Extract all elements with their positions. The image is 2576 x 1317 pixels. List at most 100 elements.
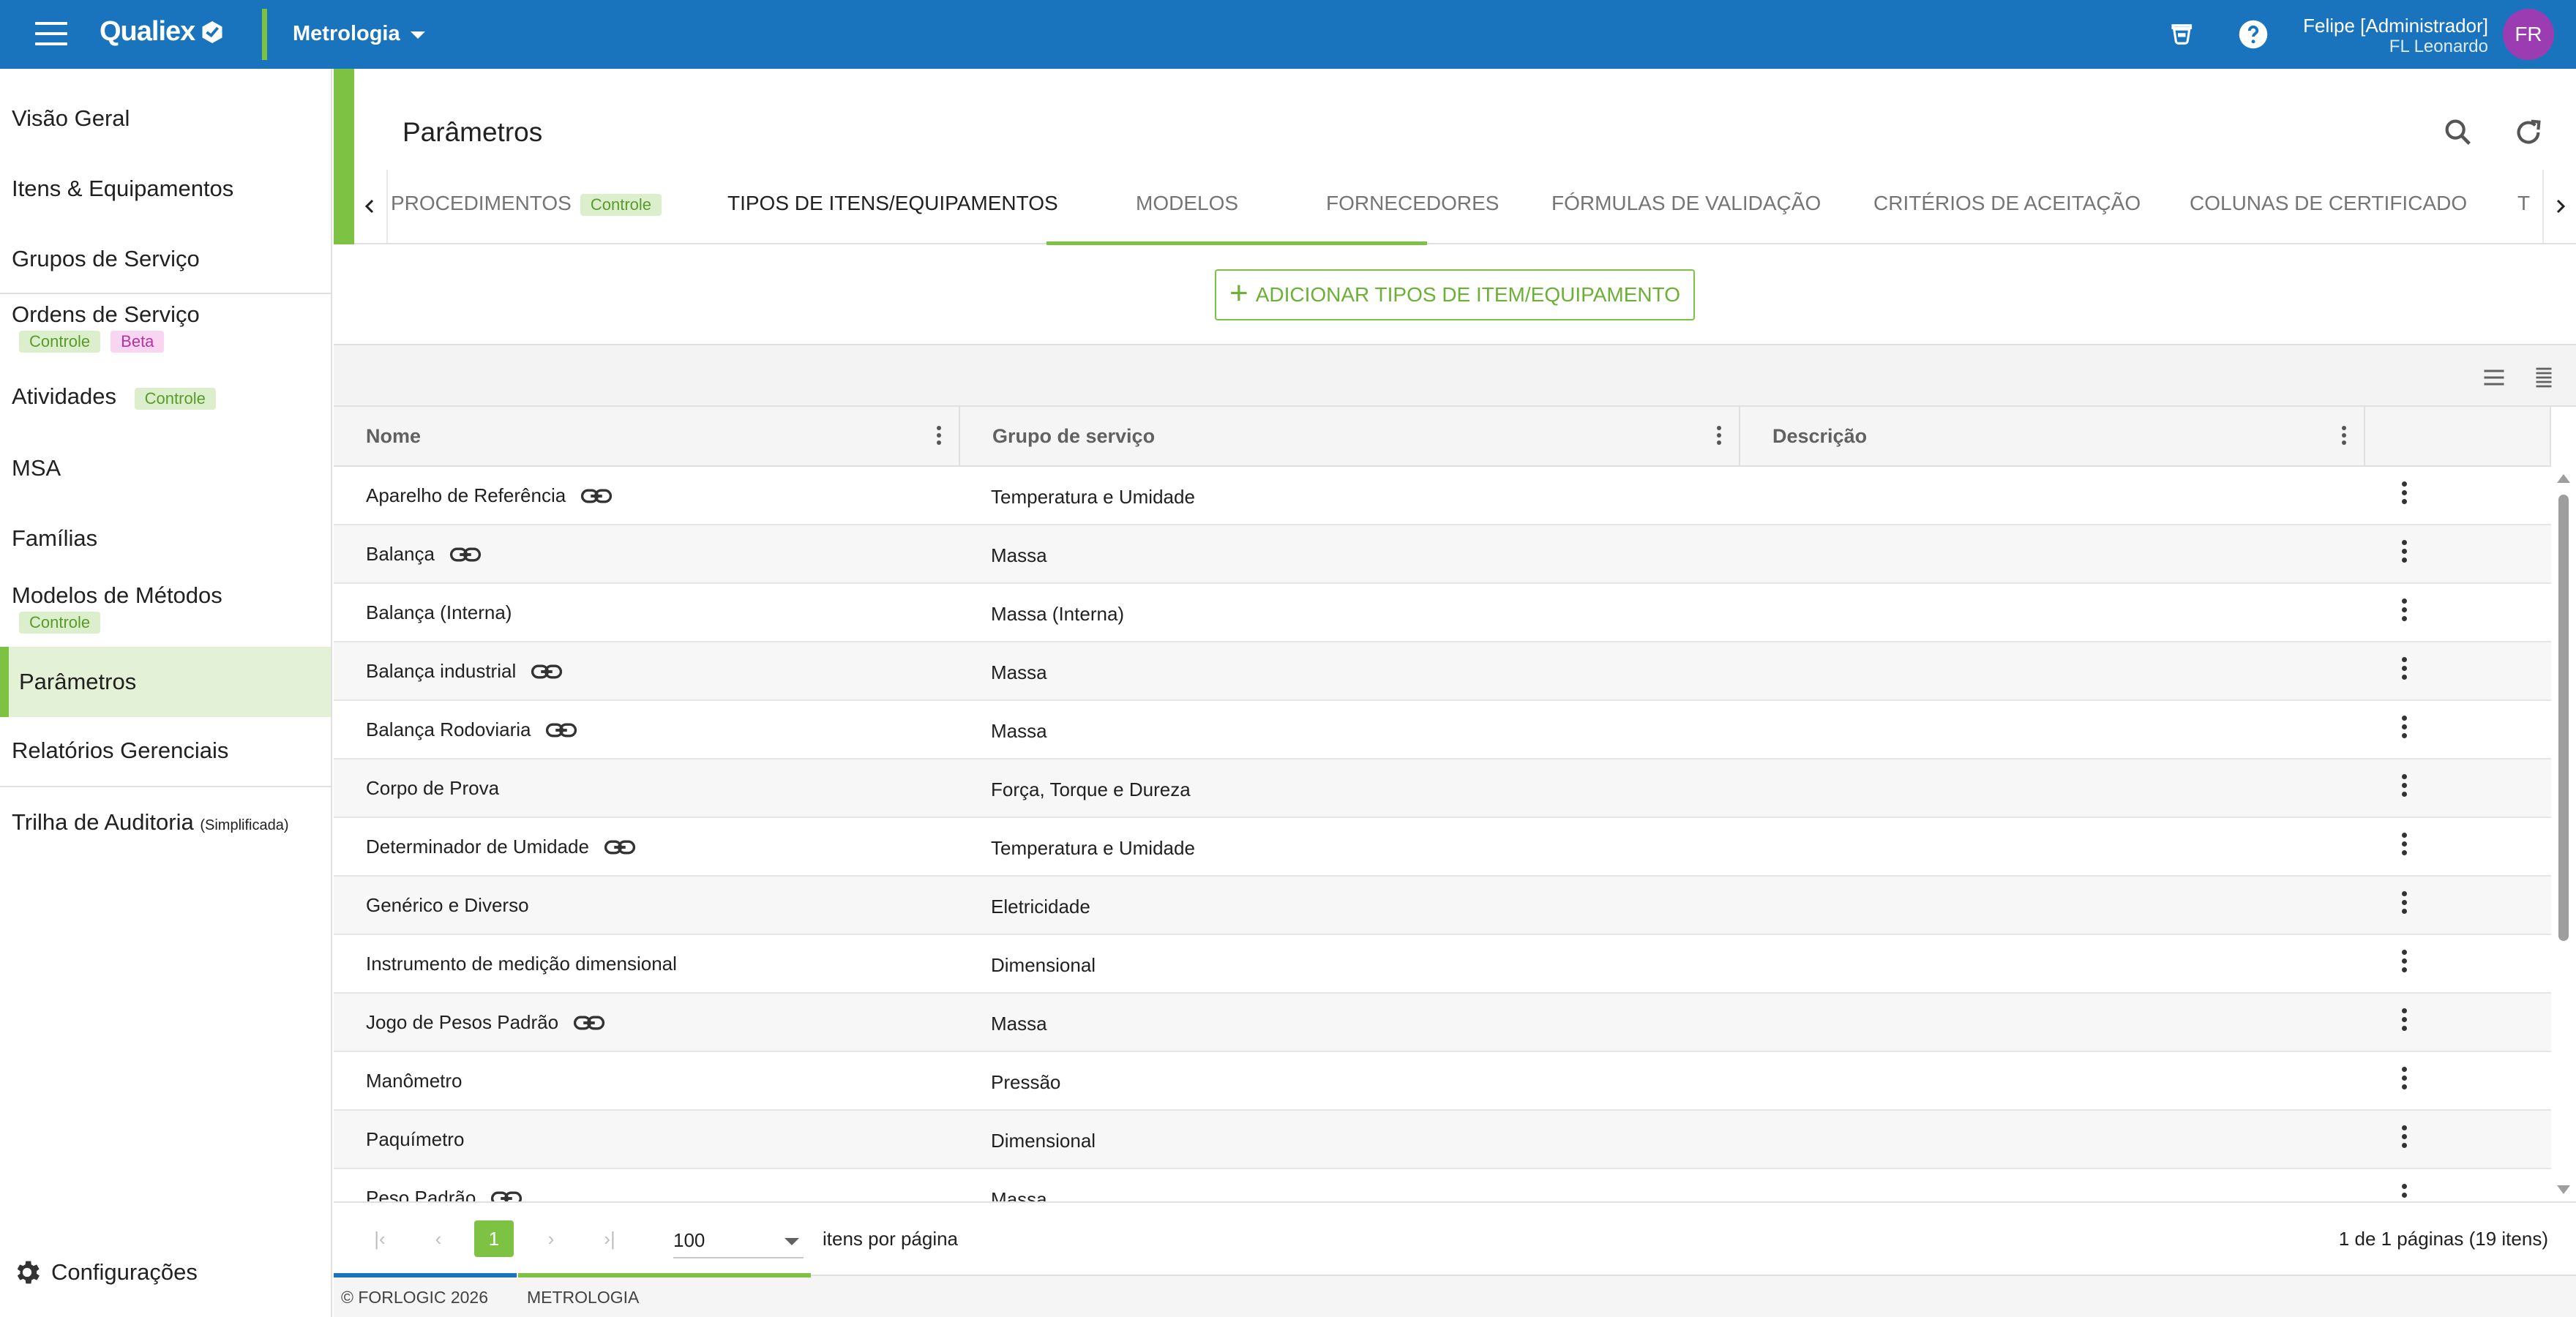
tab-scroll-left[interactable] bbox=[354, 170, 388, 243]
scroll-up-icon[interactable] bbox=[2557, 474, 2570, 483]
column-header-grupo[interactable]: Grupo de serviço bbox=[960, 407, 1740, 465]
table-row[interactable]: Jogo de Pesos Padrão Massa bbox=[334, 994, 2551, 1052]
table-row[interactable]: Balança Massa bbox=[334, 525, 2551, 584]
row-actions-icon[interactable] bbox=[2402, 833, 2408, 859]
scroll-down-icon[interactable] bbox=[2557, 1185, 2570, 1194]
link-icon[interactable] bbox=[604, 838, 636, 857]
table-row[interactable]: Balança Rodoviaria Massa bbox=[334, 701, 2551, 759]
table-row[interactable]: Balança (Interna) Massa (Interna) bbox=[334, 584, 2551, 642]
link-icon[interactable] bbox=[449, 545, 482, 564]
scrollbar-thumb[interactable] bbox=[2558, 495, 2569, 941]
column-menu-icon[interactable] bbox=[2342, 426, 2348, 448]
prev-page-icon[interactable]: ‹ bbox=[427, 1228, 449, 1250]
row-name: Balança Rodoviaria bbox=[366, 718, 531, 740]
sidebar-divider bbox=[0, 293, 331, 294]
vertical-scrollbar[interactable] bbox=[2554, 468, 2575, 1200]
tab-modelos[interactable]: MODELOS bbox=[1136, 192, 1238, 215]
tab-truncated[interactable]: T bbox=[2517, 192, 2530, 215]
row-actions-icon[interactable] bbox=[2402, 599, 2408, 625]
controle-badge: Controle bbox=[134, 388, 216, 410]
current-page-button[interactable]: 1 bbox=[474, 1220, 514, 1257]
add-item-type-button[interactable]: + ADICIONAR TIPOS DE ITEM/EQUIPAMENTO bbox=[1215, 269, 1695, 320]
table-row[interactable]: Genérico e Diverso Eletricidade bbox=[334, 877, 2551, 935]
tab-formulas-validacao[interactable]: FÓRMULAS DE VALIDAÇÃO bbox=[1551, 192, 1821, 215]
table-row[interactable]: Corpo de Prova Força, Torque e Dureza bbox=[334, 759, 2551, 818]
row-name: Instrumento de medição dimensional bbox=[366, 953, 677, 975]
table-row[interactable]: Determinador de Umidade Temperatura e Um… bbox=[334, 818, 2551, 877]
sidebar-item-grupos-servico[interactable]: Grupos de Serviço bbox=[0, 246, 331, 272]
last-page-icon[interactable]: ›| bbox=[599, 1228, 621, 1250]
module-selector[interactable]: Metrologia bbox=[293, 22, 425, 46]
sidebar-item-modelos-metodos[interactable]: Modelos de Métodos Controle bbox=[0, 582, 331, 634]
row-actions-icon[interactable] bbox=[2402, 481, 2408, 508]
sidebar-item-label: Ordens de Serviço bbox=[12, 301, 200, 327]
link-icon[interactable] bbox=[531, 662, 563, 681]
row-group: Massa bbox=[991, 661, 1047, 683]
search-icon[interactable] bbox=[2441, 116, 2475, 149]
link-icon[interactable] bbox=[490, 1189, 523, 1202]
table-row[interactable]: Manômetro Pressão bbox=[334, 1052, 2551, 1111]
row-actions-icon[interactable] bbox=[2402, 716, 2408, 742]
tab-criterios-aceitacao[interactable]: CRITÉRIOS DE ACEITAÇÃO bbox=[1873, 192, 2141, 215]
sidebar-item-ordens-servico[interactable]: Ordens de Serviço Controle Beta bbox=[0, 301, 331, 353]
column-menu-icon[interactable] bbox=[1717, 426, 1723, 448]
sidebar-item-visao-geral[interactable]: Visão Geral bbox=[0, 105, 331, 132]
sidebar-item-atividades[interactable]: Atividades Controle bbox=[0, 383, 331, 410]
brand-logo[interactable]: Qualiex bbox=[100, 16, 225, 48]
coffee-cup-icon[interactable] bbox=[2168, 19, 2198, 50]
row-actions-icon[interactable] bbox=[2402, 657, 2408, 683]
column-header-nome[interactable]: Nome bbox=[334, 407, 960, 465]
sidebar-item-itens-equipamentos[interactable]: Itens & Equipamentos bbox=[0, 176, 331, 202]
tab-scroll-right[interactable] bbox=[2542, 170, 2576, 243]
avatar[interactable]: FR bbox=[2503, 9, 2554, 60]
tab-fornecedores[interactable]: FORNECEDORES bbox=[1326, 192, 1499, 215]
row-group: Temperatura e Umidade bbox=[991, 837, 1195, 859]
link-icon[interactable] bbox=[545, 721, 577, 740]
table-row[interactable]: Instrumento de medição dimensional Dimen… bbox=[334, 935, 2551, 994]
row-actions-icon[interactable] bbox=[2402, 1008, 2408, 1035]
row-name: Balança industrial bbox=[366, 660, 517, 682]
link-icon[interactable] bbox=[580, 487, 613, 506]
next-page-icon[interactable]: › bbox=[540, 1228, 562, 1250]
controle-badge: Controle bbox=[19, 612, 101, 634]
row-actions-icon[interactable] bbox=[2402, 540, 2408, 566]
tab-procedimentos[interactable]: PROCEDIMENTOS Controle bbox=[391, 192, 662, 216]
sidebar-item-relatorios-gerenciais[interactable]: Relatórios Gerenciais bbox=[0, 738, 331, 764]
list-view-icon[interactable] bbox=[2481, 364, 2507, 391]
row-actions-icon[interactable] bbox=[2402, 774, 2408, 800]
tab-colunas-certificado[interactable]: COLUNAS DE CERTIFICADO bbox=[2190, 192, 2467, 215]
tab-tipos-itens[interactable]: TIPOS DE ITENS/EQUIPAMENTOS bbox=[727, 192, 1058, 215]
chevron-down-icon bbox=[410, 31, 425, 39]
refresh-icon[interactable] bbox=[2512, 116, 2545, 149]
table-row[interactable]: Balança industrial Massa bbox=[334, 642, 2551, 701]
controle-badge: Controle bbox=[580, 193, 662, 216]
row-group: Temperatura e Umidade bbox=[991, 486, 1195, 508]
row-actions-icon[interactable] bbox=[2402, 1067, 2408, 1093]
link-icon[interactable] bbox=[573, 1013, 605, 1032]
column-menu-icon[interactable] bbox=[937, 426, 943, 448]
menu-icon[interactable] bbox=[35, 22, 67, 47]
help-icon[interactable] bbox=[2238, 19, 2269, 50]
first-page-icon[interactable]: |‹ bbox=[369, 1228, 391, 1250]
settings-link[interactable]: Configurações bbox=[12, 1257, 198, 1288]
row-group: Eletricidade bbox=[991, 896, 1090, 918]
row-group: Massa bbox=[991, 544, 1047, 566]
tab-label: COLUNAS DE CERTIFICADO bbox=[2190, 192, 2468, 214]
row-actions-icon[interactable] bbox=[2402, 1125, 2408, 1152]
table-row[interactable]: Paquímetro Dimensional bbox=[334, 1111, 2551, 1169]
column-header-descricao[interactable]: Descrição bbox=[1740, 407, 2365, 465]
table-row[interactable]: Peso Padrão Massa bbox=[334, 1169, 2551, 1201]
footer-copyright: © FORLOGIC 2026 bbox=[341, 1288, 489, 1307]
user-info[interactable]: Felipe [Administrador] FL Leonardo bbox=[2303, 15, 2488, 57]
row-actions-icon[interactable] bbox=[2402, 1184, 2408, 1201]
row-actions-icon[interactable] bbox=[2402, 891, 2408, 918]
table-row[interactable]: Aparelho de Referência Temperatura e Umi… bbox=[334, 467, 2551, 525]
row-actions-icon[interactable] bbox=[2402, 950, 2408, 976]
row-group: Pressão bbox=[991, 1071, 1061, 1093]
sidebar-item-parametros[interactable]: Parâmetros bbox=[0, 647, 331, 717]
page-size-select[interactable]: 100 bbox=[673, 1223, 804, 1258]
sidebar-item-msa[interactable]: MSA bbox=[0, 455, 331, 481]
sidebar-item-trilha-auditoria[interactable]: Trilha de Auditoria (Simplificada) bbox=[0, 809, 331, 836]
compact-view-icon[interactable] bbox=[2531, 364, 2557, 391]
sidebar-item-familias[interactable]: Famílias bbox=[0, 525, 331, 552]
